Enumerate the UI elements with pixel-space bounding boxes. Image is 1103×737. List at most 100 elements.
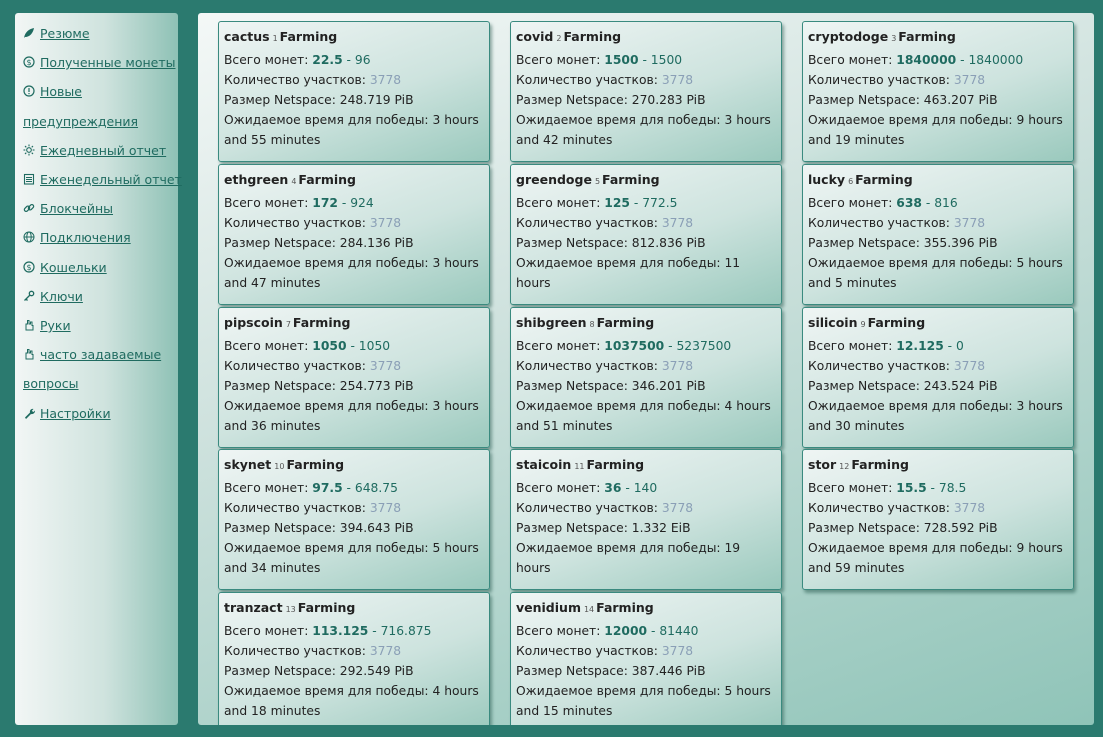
sidebar-item-label: Блокчейны (40, 201, 114, 217)
blockchain-card: venidium 14 Farming Всего монет: 12000 - 81… (510, 592, 782, 725)
coins-separator: - (926, 481, 939, 495)
sidebar-item-1[interactable]: $ Полученные монеты (23, 48, 178, 77)
eta-value: 3 hours (432, 113, 479, 127)
netspace-row: Размер Netspace: 248.719 PiB (224, 90, 485, 110)
netspace-row: Размер Netspace: 812.836 PiB (516, 233, 777, 253)
coins-label: Всего монет: (224, 339, 309, 353)
blockchain-card: shibgreen 8 Farming Всего монет: 1037500 - … (510, 307, 782, 448)
coins-separator: - (342, 481, 355, 495)
coins-total: 1840000 (968, 53, 1024, 67)
participants-row: Количество участков: 3778 (808, 70, 1069, 90)
netspace-row: Размер Netspace: 292.549 PiB (224, 661, 485, 681)
farming-status: Farming (596, 600, 654, 615)
blockchain-name: stor (808, 457, 837, 472)
participants-label: Количество участков: (808, 216, 950, 230)
eta-value: 9 hours (1016, 541, 1063, 555)
sidebar-item-2[interactable]: Новые (23, 77, 178, 106)
netspace-label: Размер Netspace: (516, 93, 628, 107)
eta-row: Ожидаемое время для победы: 5 hours (516, 681, 777, 701)
blockchain-name: ethgreen (224, 172, 289, 187)
coins-total: 78.5 (938, 481, 967, 495)
eta-row: Ожидаемое время для победы: 3 hours (808, 396, 1069, 416)
coins-label: Всего монет: (808, 339, 893, 353)
sidebar-item-5[interactable]: Еженедельный отчет (23, 165, 182, 194)
blockchain-index: 1 (272, 34, 278, 43)
sidebar-item-11[interactable]: часто задаваемые (23, 340, 178, 369)
netspace-value: 248.719 PiB (339, 93, 414, 107)
card-header: lucky 6 Farming (808, 171, 1069, 190)
sidebar-item-7[interactable]: Подключения (23, 223, 178, 252)
eta-row-continued: and 42 minutes (516, 133, 613, 147)
sidebar-item-label: Еженедельный отчет (40, 172, 182, 188)
participants-label: Количество участков: (516, 501, 658, 515)
coins-separator: - (943, 339, 957, 353)
eta-row: Ожидаемое время для победы: 4 hours (516, 396, 777, 416)
coins-row: Всего монет: 22.5 - 96 (224, 50, 485, 70)
key-icon (23, 290, 35, 302)
sidebar-item-13[interactable]: Настройки (23, 399, 178, 428)
coins-total: 648.75 (354, 481, 398, 495)
blockchain-index: 11 (574, 462, 585, 471)
card-header: staicoin 11 Farming (516, 456, 777, 475)
coins-farmed: 113.125 (312, 624, 369, 638)
participants-value: 3778 (661, 501, 694, 515)
svg-text:$: $ (26, 263, 31, 272)
farming-status: Farming (596, 315, 655, 330)
coins-separator: - (337, 196, 351, 210)
globe-icon (23, 231, 35, 243)
coins-label: Всего монет: (224, 481, 309, 495)
eta-row-continued: and 51 minutes (516, 419, 613, 433)
netspace-label: Размер Netspace: (224, 379, 336, 393)
eta-label: Ожидаемое время для победы: (224, 541, 429, 555)
sidebar-item-3[interactable]: предупреждения (23, 107, 178, 136)
coins-total: 772.5 (642, 196, 678, 210)
netspace-row: Размер Netspace: 387.446 PiB (516, 661, 777, 681)
coins-total: 140 (633, 481, 658, 495)
netspace-label: Размер Netspace: (808, 236, 920, 250)
sidebar-item-0[interactable]: Резюме (23, 19, 178, 48)
blockchain-card: skynet 10 Farming Всего монет: 97.5 - 648.7… (218, 449, 490, 590)
leaf-icon (23, 27, 35, 39)
participants-label: Количество участков: (224, 359, 366, 373)
participants-row: Количество участков: 3778 (516, 213, 777, 233)
sidebar-item-12[interactable]: вопросы (23, 369, 178, 398)
blockchain-card: cryptodoge 3 Farming Всего монет: 1840000 -… (802, 21, 1074, 162)
participants-row: Количество участков: 3778 (224, 498, 485, 518)
eta-row-continued: and 55 minutes (224, 133, 321, 147)
blockchain-index: 9 (860, 320, 866, 329)
participants-value: 3778 (369, 501, 402, 515)
participants-row: Количество участков: 3778 (224, 641, 485, 661)
coins-row: Всего монет: 15.5 - 78.5 (808, 478, 1069, 498)
netspace-value: 1.332 EiB (631, 521, 691, 535)
blockchain-card: tranzact 13 Farming Всего монет: 113.125 - … (218, 592, 490, 725)
coins-row: Всего монет: 1037500 - 5237500 (516, 336, 777, 356)
sidebar-item-6[interactable]: Блокчейны (23, 194, 178, 223)
sidebar-item-9[interactable]: Ключи (23, 282, 178, 311)
netspace-value: 270.283 PiB (631, 93, 706, 107)
netspace-label: Размер Netspace: (224, 93, 336, 107)
blockchain-name: pipscoin (224, 315, 283, 330)
sidebar-item-10[interactable]: Руки (23, 311, 178, 340)
participants-label: Количество участков: (516, 73, 658, 87)
coins-row: Всего монет: 1050 - 1050 (224, 336, 485, 356)
coins-farmed: 12000 (604, 624, 648, 638)
blockchain-card: lucky 6 Farming Всего монет: 638 - 816 Колич… (802, 164, 1074, 305)
netspace-row: Размер Netspace: 463.207 PiB (808, 90, 1069, 110)
sidebar-item-4[interactable]: Ежедневный отчет (23, 136, 178, 165)
eta-row-continued: and 18 minutes (224, 704, 321, 718)
coins-label: Всего монет: (224, 624, 309, 638)
eta-value: 4 hours (432, 684, 479, 698)
coins-row: Всего монет: 638 - 816 (808, 193, 1069, 213)
participants-row: Количество участков: 3778 (224, 356, 485, 376)
card-header: cactus 1 Farming (224, 28, 485, 47)
participants-row: Количество участков: 3778 (516, 356, 777, 376)
coins-row: Всего монет: 125 - 772.5 (516, 193, 777, 213)
netspace-row: Размер Netspace: 394.643 PiB (224, 518, 485, 538)
participants-value: 3778 (661, 73, 694, 87)
coins-label: Всего монет: (516, 481, 601, 495)
sidebar-item-8[interactable]: $ Кошельки (23, 253, 178, 282)
participants-value: 3778 (661, 644, 694, 658)
netspace-label: Размер Netspace: (516, 521, 628, 535)
eta-value: 9 hours (1016, 113, 1063, 127)
eta-row-continued: and 34 minutes (224, 561, 321, 575)
